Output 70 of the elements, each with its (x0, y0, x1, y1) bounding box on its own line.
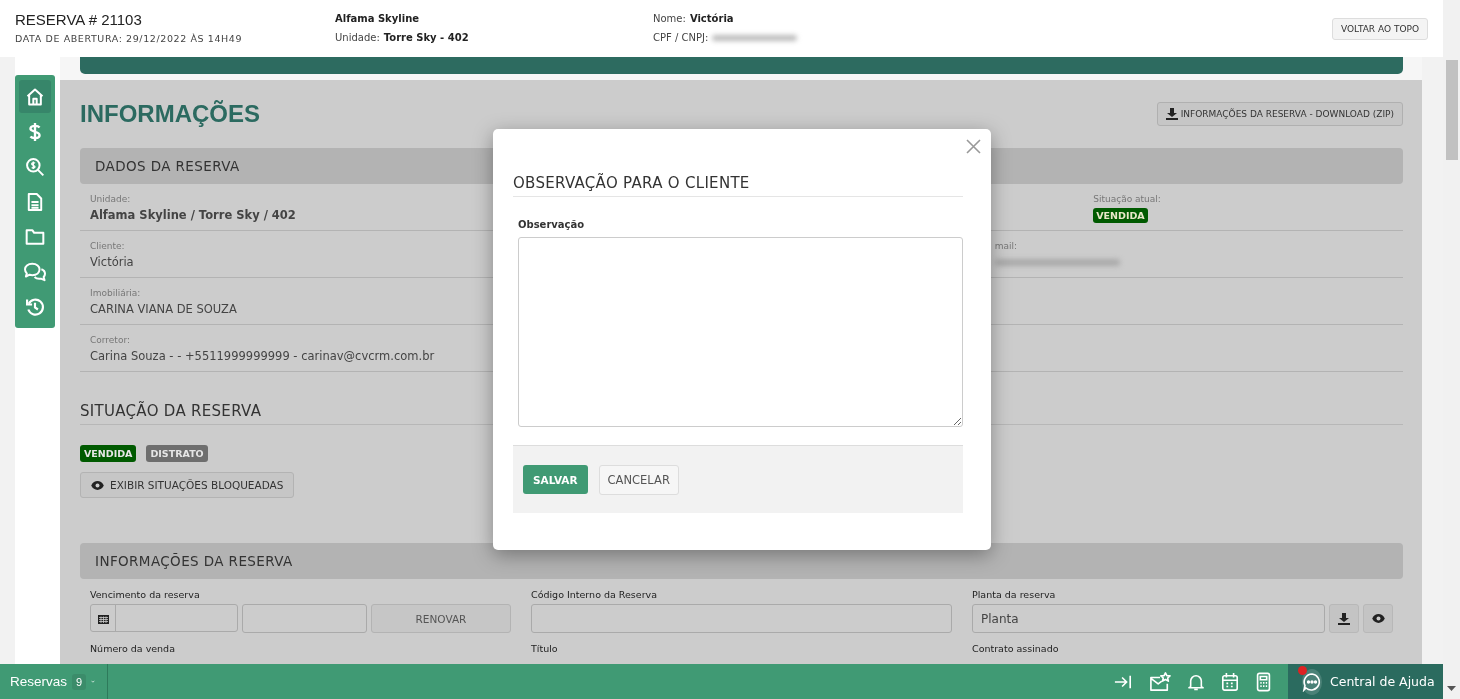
save-button[interactable]: SALVAR (523, 465, 588, 494)
renew-button[interactable]: RENOVAR (371, 604, 511, 633)
mail-star-icon[interactable] (1149, 671, 1171, 692)
scroll-down-icon[interactable] (1447, 686, 1456, 691)
eye-icon (91, 480, 104, 490)
project-name: Alfama Skyline (335, 13, 421, 24)
observation-field[interactable] (518, 237, 963, 427)
file-field[interactable]: Planta (972, 604, 1325, 633)
field-label: Planta da reserva (972, 589, 1057, 600)
calendar-icon[interactable] (1221, 671, 1239, 692)
show-blocked-button[interactable]: EXIBIR SITUAÇÕES BLOQUEADAS (80, 472, 295, 498)
home-icon (25, 86, 45, 107)
opening-date: DATA DE ABERTURA: 29/12/2022 ÀS 14H49 (15, 33, 244, 44)
calendar-icon (97, 612, 109, 624)
field-value: CARINA VIANA DE SOUZA (90, 302, 238, 316)
help-center-button[interactable]: Central de Ajuda (1288, 664, 1443, 699)
dialog-title: OBSERVAÇÃO PARA O CLIENTE (513, 174, 963, 197)
download-icon (1338, 612, 1350, 625)
field-label: Vencimento da reserva (90, 589, 201, 600)
field-label: Imobiliária: (90, 288, 142, 298)
bell-icon[interactable] (1188, 672, 1204, 691)
money-search-icon (25, 156, 45, 177)
cpf-label: CPF / CNPJ: (653, 32, 709, 43)
reservation-number: RESERVA # 21103 (15, 11, 143, 28)
field-label: Cliente: (90, 241, 126, 251)
name-value: Victória (689, 13, 734, 24)
history-icon (25, 296, 45, 317)
scrollbar-thumb[interactable] (1445, 60, 1458, 160)
chat-icon (23, 261, 47, 282)
chat-icon (1302, 671, 1322, 692)
cancel-button[interactable]: CANCELAR (598, 464, 679, 495)
download-button[interactable] (1329, 604, 1359, 633)
name-label: Nome: (653, 13, 686, 24)
field-value: Carina Souza - - +5511999999999 - carinav@cvcrm.com.br (90, 349, 436, 363)
eye-icon (1371, 614, 1385, 623)
field-label: Corretor: (90, 335, 131, 345)
download-icon (1165, 108, 1178, 120)
field-label: mail: (994, 241, 1018, 251)
field-label: Código Interno da Reserva (531, 589, 658, 600)
unit-value: Torre Sky - 402 (383, 32, 469, 43)
status-badge: VENDIDA (80, 445, 137, 462)
field-value: Victória (90, 255, 135, 269)
dollar-icon (28, 121, 42, 142)
arrow-to-line-icon[interactable] (1114, 673, 1132, 690)
field-label: Observação (518, 219, 586, 230)
back-to-top-button[interactable]: VOLTAR AO TOPO (1332, 18, 1428, 40)
sidebar-item[interactable] (19, 80, 51, 113)
text-field[interactable] (531, 604, 952, 633)
field-label: Título (531, 643, 559, 654)
page-title: INFORMAÇÕES (80, 100, 260, 128)
date-field[interactable] (90, 604, 238, 632)
reservations-menu[interactable]: Reservas 9 (0, 664, 108, 699)
status-badge: VENDIDA (1093, 208, 1148, 223)
close-icon[interactable] (966, 139, 981, 154)
status-badge: DISTRATO (146, 445, 208, 462)
view-button[interactable] (1363, 604, 1393, 633)
field-label: Unidade: (90, 194, 132, 204)
download-button[interactable]: INFORMAÇÕES DA RESERVA - DOWNLOAD (ZIP) (1156, 102, 1403, 126)
calculator-icon[interactable] (1256, 671, 1271, 692)
field-label: Número da venda (90, 643, 176, 654)
field-label: Contrato assinado (972, 643, 1060, 654)
count-badge: 9 (72, 673, 87, 690)
section-title: DADOS DA RESERVA (95, 158, 240, 174)
section-title: INFORMAÇÕES DA RESERVA (95, 553, 293, 569)
unit-label: Unidade: (335, 32, 380, 43)
time-field[interactable] (242, 604, 367, 633)
field-value: Alfama Skyline / Torre Sky / 402 (90, 208, 297, 222)
document-icon (27, 191, 43, 212)
folder-icon (25, 227, 45, 246)
field-label: Situação atual: (1093, 194, 1162, 204)
